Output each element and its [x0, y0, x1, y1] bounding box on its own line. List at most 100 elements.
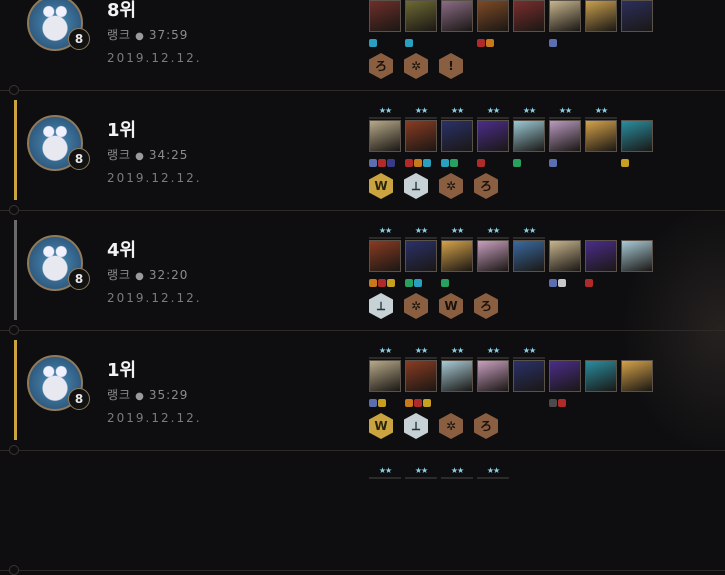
item-icon[interactable] — [414, 279, 422, 287]
champion-portrait[interactable] — [549, 120, 581, 152]
champion-portrait[interactable] — [513, 360, 545, 392]
champion-portrait[interactable] — [369, 0, 401, 32]
champion-portrait[interactable] — [549, 360, 581, 392]
match-date: 2019.12.12. — [107, 291, 202, 305]
item-icon[interactable] — [405, 279, 413, 287]
champion-portrait[interactable] — [405, 240, 437, 272]
team-composition: ★★ ★★ ★★ ★★ ★★ — [369, 226, 669, 300]
champion-portrait[interactable] — [441, 120, 473, 152]
champion-portrait[interactable] — [585, 240, 617, 272]
star-level-icon: ★★ — [585, 106, 617, 119]
player-level-badge: 8 — [68, 388, 90, 410]
champion-items — [477, 152, 511, 167]
champion-portrait[interactable] — [621, 120, 653, 152]
item-icon[interactable] — [378, 279, 386, 287]
item-icon[interactable] — [441, 279, 449, 287]
match-date: 2019.12.12. — [107, 171, 202, 185]
item-icon[interactable] — [558, 399, 566, 407]
champion-portrait[interactable] — [549, 0, 581, 32]
champion-portrait[interactable] — [405, 360, 437, 392]
champion-portrait[interactable] — [513, 120, 545, 152]
item-icon[interactable] — [549, 39, 557, 47]
star-level-text: ★★ — [450, 226, 464, 235]
champion-portrait[interactable] — [621, 0, 653, 32]
item-icon[interactable] — [486, 39, 494, 47]
trait-hexagon-icon[interactable]: ✲ — [404, 53, 428, 79]
item-icon[interactable] — [369, 159, 377, 167]
item-icon[interactable] — [585, 279, 593, 287]
champion-portrait[interactable] — [369, 360, 401, 392]
item-icon[interactable] — [450, 159, 458, 167]
champion-portrait[interactable] — [513, 0, 545, 32]
item-icon[interactable] — [405, 159, 413, 167]
placement-label: 1위 — [107, 360, 137, 381]
champion-portrait[interactable] — [477, 360, 509, 392]
champion-portrait[interactable] — [405, 0, 437, 32]
item-icon[interactable] — [387, 279, 395, 287]
item-icon[interactable] — [423, 399, 431, 407]
item-icon[interactable] — [414, 399, 422, 407]
star-level-icon: ★★ — [513, 226, 545, 239]
placement-accent-bar — [14, 0, 17, 80]
match-row[interactable]: 8 4위 랭크 ● 32:20 2019.12.12. ★★ ★★ ★★ ★★ ★★ ⟂ ✲ W ろ — [0, 210, 725, 335]
champion-portrait[interactable] — [585, 0, 617, 32]
item-icon[interactable] — [513, 159, 521, 167]
match-row[interactable]: 8 1위 랭크 ● 35:29 2019.12.12. ★★ ★★ ★★ ★★ ★★ W ⟂ ✲ ろ — [0, 330, 725, 455]
champion-portrait[interactable] — [405, 120, 437, 152]
trait-hexagon-icon[interactable]: ろ — [474, 173, 498, 199]
champion-portrait[interactable] — [513, 240, 545, 272]
trait-hexagon-icon[interactable]: W — [369, 173, 393, 199]
champion-portrait[interactable] — [621, 360, 653, 392]
trait-hexagon-icon[interactable]: ⟂ — [404, 173, 428, 199]
item-icon[interactable] — [369, 279, 377, 287]
star-level-text: ★★ — [378, 106, 392, 115]
item-icon[interactable] — [369, 399, 377, 407]
item-icon[interactable] — [621, 159, 629, 167]
match-row[interactable]: ★★ ★★ ★★ ★★ — [0, 450, 725, 575]
item-icon[interactable] — [477, 159, 485, 167]
game-duration: 35:29 — [148, 388, 189, 402]
item-icon[interactable] — [387, 159, 395, 167]
champion-portrait[interactable] — [549, 240, 581, 272]
item-icon[interactable] — [477, 39, 485, 47]
trait-hexagon-icon[interactable]: ✲ — [439, 173, 463, 199]
trait-hexagon-icon[interactable]: ✲ — [404, 293, 428, 319]
champion-portrait[interactable] — [585, 120, 617, 152]
trait-hexagon-icon[interactable]: ⟂ — [404, 413, 428, 439]
trait-hexagon-icon[interactable]: ⟂ — [369, 293, 393, 319]
champion-portrait[interactable] — [369, 120, 401, 152]
item-icon[interactable] — [549, 159, 557, 167]
champion-portrait[interactable] — [441, 240, 473, 272]
trait-hexagon-icon[interactable]: W — [439, 293, 463, 319]
trait-hexagon-icon[interactable]: ! — [439, 53, 463, 79]
match-row[interactable]: 8 1위 랭크 ● 34:25 2019.12.12. ★★ ★★ ★★ ★★ ★★ ★★ ★★ W ⟂ ✲ ろ — [0, 90, 725, 215]
item-icon[interactable] — [549, 279, 557, 287]
champion-portrait[interactable] — [477, 240, 509, 272]
item-icon[interactable] — [378, 159, 386, 167]
trait-hexagon-icon[interactable]: ろ — [369, 53, 393, 79]
item-icon[interactable] — [414, 159, 422, 167]
champion-portrait[interactable] — [477, 0, 509, 32]
item-icon[interactable] — [549, 399, 557, 407]
champion-portrait[interactable] — [621, 240, 653, 272]
trait-hexagon-icon[interactable]: ✲ — [439, 413, 463, 439]
item-icon[interactable] — [441, 159, 449, 167]
item-icon[interactable] — [423, 159, 431, 167]
item-icon[interactable] — [369, 39, 377, 47]
star-level-icon — [621, 226, 653, 236]
item-icon[interactable] — [405, 399, 413, 407]
trait-hexagon-icon[interactable]: ろ — [474, 293, 498, 319]
trait-hexagon-icon[interactable]: ろ — [474, 413, 498, 439]
match-row[interactable]: 8 8위 랭크 ● 37:59 2019.12.12. ろ ✲! — [0, 0, 725, 95]
champion-items — [585, 152, 619, 162]
champion-portrait[interactable] — [441, 0, 473, 32]
champion-portrait[interactable] — [369, 240, 401, 272]
timeline-node — [9, 565, 19, 575]
item-icon[interactable] — [378, 399, 386, 407]
item-icon[interactable] — [558, 279, 566, 287]
trait-hexagon-icon[interactable]: W — [369, 413, 393, 439]
champion-portrait[interactable] — [441, 360, 473, 392]
champion-portrait[interactable] — [585, 360, 617, 392]
item-icon[interactable] — [405, 39, 413, 47]
champion-portrait[interactable] — [477, 120, 509, 152]
